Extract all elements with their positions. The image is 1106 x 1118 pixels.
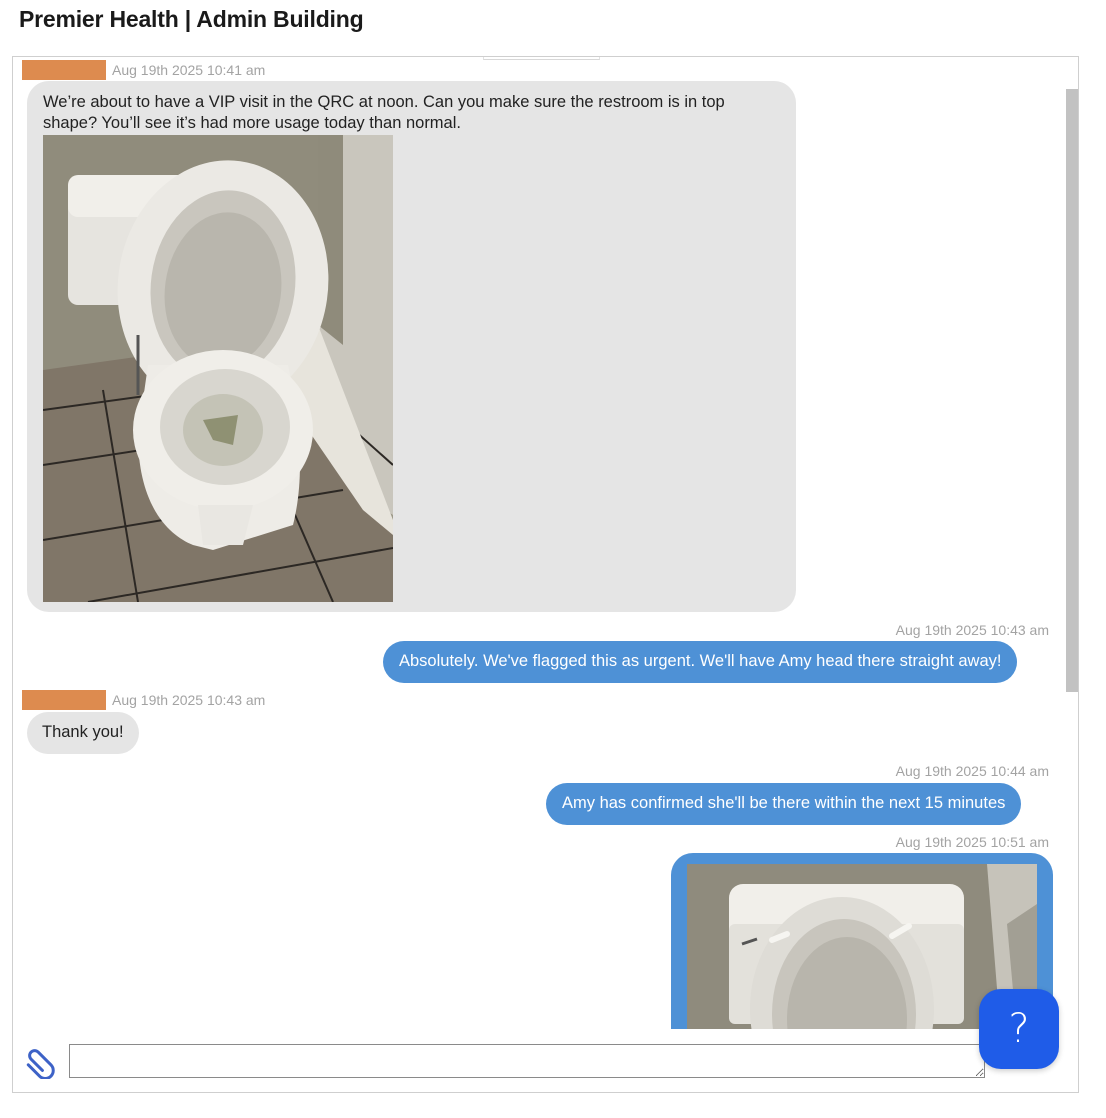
question-mark-icon: ?	[1008, 1006, 1030, 1052]
outgoing-message-bubble[interactable]: Amy has confirmed she'll be there within…	[546, 783, 1022, 825]
message-input[interactable]	[69, 1044, 985, 1078]
scrollbar-thumb[interactable]	[1066, 89, 1078, 692]
message-text: We’re about to have a VIP visit in the Q…	[43, 93, 725, 132]
incoming-message-bubble[interactable]: We’re about to have a VIP visit in the Q…	[27, 81, 796, 612]
message-timestamp: Aug 19th 2025 10:51 am	[895, 834, 1049, 850]
outgoing-message-bubble[interactable]: Absolutely. We've flagged this as urgent…	[383, 641, 1018, 683]
sender-name-redacted	[22, 690, 106, 710]
chat-panel: Aug 19th 2025 10:41 am We’re about to ha…	[12, 56, 1079, 1093]
message-timestamp: Aug 19th 2025 10:43 am	[112, 692, 266, 708]
message-text: Absolutely. We've flagged this as urgent…	[399, 652, 1002, 670]
message-text: Thank you!	[42, 723, 124, 741]
message-list[interactable]: Aug 19th 2025 10:41 am We’re about to ha…	[13, 57, 1063, 1029]
paperclip-icon[interactable]	[24, 1045, 58, 1080]
toilet-photo-image	[43, 135, 393, 602]
message-photo-attachment[interactable]	[43, 135, 393, 602]
message-timestamp: Aug 19th 2025 10:43 am	[895, 622, 1049, 638]
help-button[interactable]: ?	[979, 989, 1059, 1069]
message-timestamp: Aug 19th 2025 10:41 am	[112, 62, 266, 78]
sender-name-redacted	[22, 60, 106, 80]
message-text: Amy has confirmed she'll be there within…	[562, 794, 1006, 812]
page-title: Premier Health | Admin Building	[19, 6, 364, 32]
message-timestamp: Aug 19th 2025 10:44 am	[895, 763, 1049, 779]
incoming-message-bubble[interactable]: Thank you!	[27, 712, 139, 754]
